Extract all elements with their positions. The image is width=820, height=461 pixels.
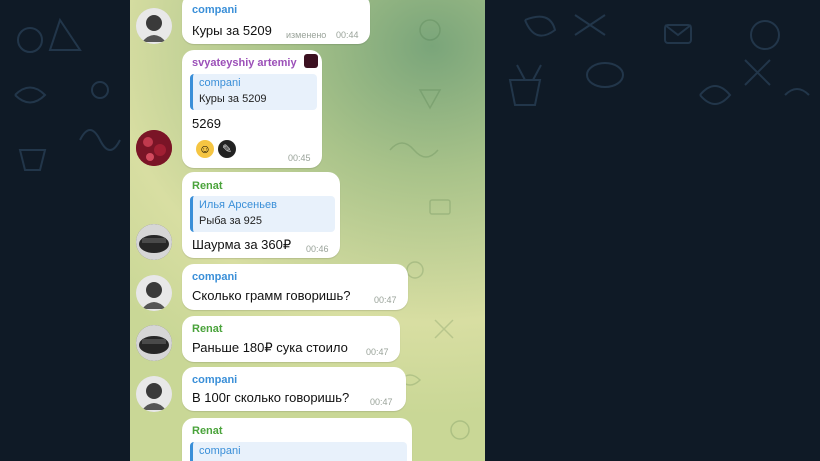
- grinning-face-icon[interactable]: ☺: [196, 140, 214, 158]
- avatar[interactable]: [136, 224, 172, 260]
- message-text: Шаурма за 360₽: [192, 237, 292, 252]
- message-time: 00:46: [306, 244, 329, 254]
- reply-sender: compani: [199, 445, 241, 457]
- message-time: 00:47: [370, 397, 393, 407]
- message-bubble[interactable]: compani Куры за 5209 изменено 00:44: [182, 0, 370, 44]
- avatar[interactable]: [136, 325, 172, 361]
- message-sender[interactable]: compani: [192, 374, 237, 386]
- message-text: Куры за 5209: [192, 23, 272, 38]
- message-text: 5269: [192, 116, 221, 131]
- message-time: 00:45: [288, 153, 311, 163]
- background-pattern-right: [485, 0, 820, 461]
- sender-badge-icon: [304, 54, 318, 68]
- message-edited-label: изменено: [286, 30, 327, 40]
- message-sender[interactable]: Renat: [192, 425, 223, 437]
- background-pattern-left: [0, 0, 130, 461]
- message-sender[interactable]: svyateyshiy artemiy: [192, 57, 297, 69]
- reply-text: Куры за 5209: [199, 93, 267, 105]
- message-bubble[interactable]: Renat Раньше 180₽ сука стоило 00:47: [182, 316, 400, 362]
- message-bubble[interactable]: Renat compani: [182, 418, 412, 461]
- message-sender[interactable]: compani: [192, 4, 237, 16]
- message-time: 00:44: [336, 30, 359, 40]
- reply-preview[interactable]: compani Куры за 5209: [190, 74, 317, 110]
- message-sender[interactable]: compani: [192, 271, 237, 283]
- dark-emoji-icon[interactable]: ✎: [218, 140, 236, 158]
- avatar[interactable]: [136, 275, 172, 311]
- reply-sender: compani: [199, 77, 241, 89]
- message-text: Раньше 180₽ сука стоило: [192, 340, 348, 355]
- reply-preview[interactable]: compani: [190, 442, 407, 461]
- chat-panel[interactable]: compani Куры за 5209 изменено 00:44 svya…: [130, 0, 485, 461]
- message-sender[interactable]: Renat: [192, 180, 223, 192]
- reply-preview[interactable]: Илья Арсеньев Рыба за 925: [190, 196, 335, 232]
- message-text: Сколько грамм говоришь?: [192, 288, 351, 303]
- message-bubble[interactable]: Renat Илья Арсеньев Рыба за 925 Шаурма з…: [182, 172, 340, 258]
- message-bubble[interactable]: svyateyshiy artemiy compani Куры за 5209…: [182, 50, 322, 168]
- avatar[interactable]: [136, 130, 172, 166]
- avatar[interactable]: [136, 8, 172, 44]
- reply-text: Рыба за 925: [199, 215, 263, 227]
- avatar[interactable]: [136, 376, 172, 412]
- message-bubble[interactable]: compani Сколько грамм говоришь? 00:47: [182, 264, 408, 310]
- message-sender[interactable]: Renat: [192, 323, 223, 335]
- message-time: 00:47: [366, 347, 389, 357]
- reply-sender: Илья Арсеньев: [199, 199, 277, 211]
- message-bubble[interactable]: compani В 100г сколько говоришь? 00:47: [182, 367, 406, 411]
- message-time: 00:47: [374, 295, 397, 305]
- message-text: В 100г сколько говоришь?: [192, 390, 350, 405]
